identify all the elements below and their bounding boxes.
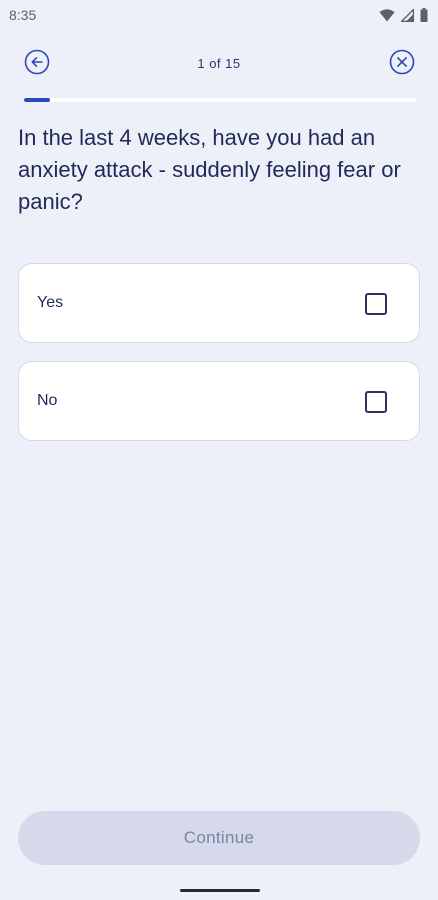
checkbox-no[interactable] (365, 391, 387, 413)
status-icons (379, 8, 428, 22)
screen: 8:35 1 of 15 In the last 4 weeks, have y… (0, 0, 438, 900)
progress-bar (24, 98, 416, 102)
option-label: No (37, 392, 58, 409)
continue-button[interactable]: Continue (18, 811, 420, 865)
option-no[interactable]: No (18, 361, 420, 441)
battery-icon (420, 8, 428, 22)
cell-signal-icon (401, 8, 414, 22)
progress-fill (24, 98, 51, 102)
status-bar: 8:35 (0, 0, 438, 30)
home-indicator[interactable] (180, 889, 260, 892)
status-time: 8:35 (9, 7, 37, 23)
option-label: Yes (37, 294, 64, 311)
question-text: In the last 4 weeks, have you had an anx… (18, 125, 401, 214)
step-counter: 1 of 15 (197, 56, 241, 71)
wifi-icon (379, 8, 395, 22)
checkbox-yes[interactable] (365, 293, 387, 315)
answer-options: Yes No (18, 263, 420, 459)
close-circle-icon (389, 49, 415, 80)
close-button[interactable] (389, 49, 415, 80)
header: 1 of 15 (0, 44, 438, 84)
option-yes[interactable]: Yes (18, 263, 420, 343)
